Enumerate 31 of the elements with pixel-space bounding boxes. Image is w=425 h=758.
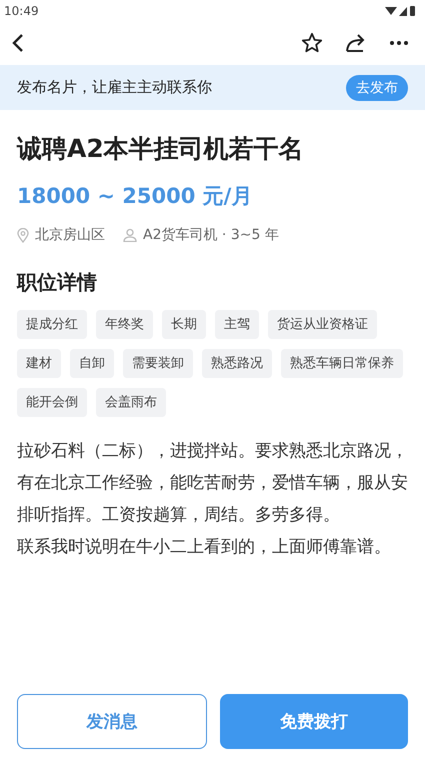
tag: 自卸 xyxy=(70,349,114,378)
more-icon[interactable] xyxy=(389,40,409,46)
job-description: 拉砂石料（二标），进搅拌站。要求熟悉北京路况，有在北京工作经验，能吃苦耐劳，爱惜车辆，服从安排听指挥。工资按趟算，周结。多劳多得。 xyxy=(17,440,408,527)
message-button[interactable]: 发消息 xyxy=(17,694,207,749)
tag: 需要装卸 xyxy=(123,349,193,378)
status-icons xyxy=(385,5,415,17)
requirement-text: A2货车司机 · 3~5 年 xyxy=(143,226,279,244)
banner-text: 发布名片，让雇主主动联系你 xyxy=(17,78,212,97)
tag: 熟悉车辆日常保养 xyxy=(281,349,403,378)
share-icon[interactable] xyxy=(345,33,367,53)
job-title: 诚聘A2本半挂司机若干名 xyxy=(17,133,305,165)
tag: 能开会倒 xyxy=(17,388,87,417)
tag: 提成分红 xyxy=(17,310,87,339)
location-text: 北京房山区 xyxy=(35,226,105,244)
publish-button[interactable]: 去发布 xyxy=(346,74,408,100)
tag: 建材 xyxy=(17,349,61,378)
call-button[interactable]: 免费拨打 xyxy=(220,694,408,749)
tag: 长期 xyxy=(162,310,206,339)
section-heading: 职位详情 xyxy=(17,269,98,296)
status-time: 10:49 xyxy=(4,4,39,18)
tag: 货运从业资格证 xyxy=(268,310,377,339)
job-description: 联系我时说明在牛小二上看到的，上面师傅靠谱。 xyxy=(17,536,392,559)
star-icon[interactable] xyxy=(301,32,323,54)
location-pin-icon xyxy=(17,228,29,242)
salary: 18000 ~ 25000 元/月 xyxy=(17,183,254,210)
tag: 主驾 xyxy=(215,310,259,339)
tag: 熟悉路况 xyxy=(202,349,272,378)
tag: 会盖雨布 xyxy=(96,388,166,417)
person-icon xyxy=(123,228,137,242)
back-icon[interactable] xyxy=(12,33,24,53)
tag: 年终奖 xyxy=(96,310,153,339)
